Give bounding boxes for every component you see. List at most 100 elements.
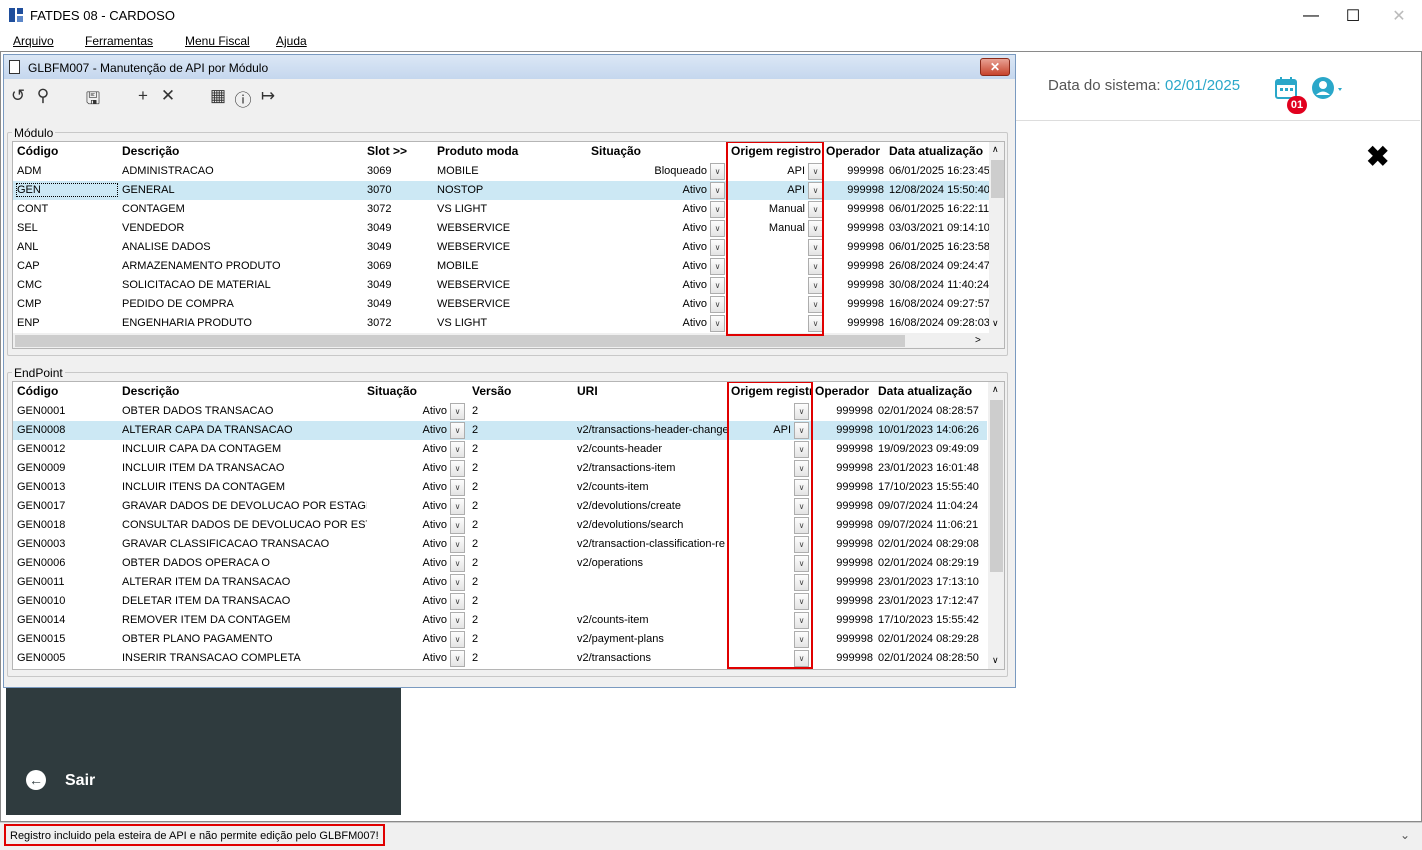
scroll-down-icon[interactable]: ∨ [992,655,1004,666]
endpoint-label: EndPoint [12,366,65,380]
table-cell: 16/08/2024 09:28:03 [889,317,989,329]
column-header[interactable]: Data atualização [889,144,989,158]
table-cell: 999998 [836,538,873,550]
dropdown-button[interactable]: ∨ [450,612,465,629]
table-cell: 23/01/2023 17:12:47 [878,595,979,607]
close-icon[interactable]: ✕ [1376,0,1422,31]
app-title: FATDES 08 - CARDOSO [30,8,175,23]
column-header[interactable]: Código [17,144,117,158]
dropdown-button[interactable]: ∨ [710,182,725,199]
save-icon[interactable]: 🖫 [82,86,104,115]
dropdown-button[interactable]: ∨ [710,258,725,275]
sair-button[interactable]: Sair [65,772,95,790]
table-cell: INSERIR TRANSACAO COMPLETA [122,652,301,664]
scroll-up-icon[interactable]: ∧ [992,144,1004,155]
table-cell: 19/09/2023 09:49:09 [878,443,979,455]
scroll-up-icon[interactable]: ∧ [992,384,1004,395]
dropdown-button[interactable]: ∨ [450,555,465,572]
scrollbar-thumb[interactable] [990,400,1003,572]
dropdown-button[interactable]: ∨ [450,422,465,439]
table-cell: 3049 [367,241,392,253]
exit-icon[interactable]: ↦ [257,86,279,106]
dropdown-button[interactable]: ∨ [710,201,725,218]
calendar-small-icon[interactable]: ▦ [207,86,229,106]
column-header[interactable]: Operador [815,384,873,398]
scrollbar-thumb[interactable] [15,335,905,347]
column-header[interactable]: Produto moda [437,144,587,158]
dropdown-button[interactable]: ∨ [450,403,465,420]
undo-icon[interactable]: ↺ [7,86,29,106]
dropdown-button[interactable]: ∨ [450,479,465,496]
column-header[interactable]: Operador [826,144,884,158]
child-close-button[interactable]: ✕ [980,58,1010,76]
dropdown-button[interactable]: ∨ [710,163,725,180]
dropdown-button[interactable]: ∨ [450,650,465,667]
column-header[interactable]: Situação [591,144,727,158]
table-cell: WEBSERVICE [437,222,511,234]
dropdown-button[interactable]: ∨ [450,593,465,610]
table-cell: 2 [472,652,479,664]
scrollbar-thumb[interactable] [991,160,1004,198]
back-arrow-icon[interactable]: ← [26,770,46,790]
column-header[interactable]: Descrição [122,384,367,398]
document-icon [9,60,20,74]
scroll-right-icon[interactable]: > [975,335,987,346]
column-header[interactable]: Descrição [122,144,362,158]
table-cell: PEDIDO DE COMPRA [122,298,234,310]
table-cell: Ativo [422,652,447,664]
menu-ferramentas[interactable]: Ferramentas [85,34,153,48]
table-cell: OBTER PLANO PAGAMENTO [122,633,273,645]
column-header[interactable]: Situação [367,384,467,398]
scroll-down-icon[interactable]: ∨ [992,318,1004,329]
table-cell: CONTAGEM [122,203,185,215]
column-header[interactable]: Slot >> [367,144,432,158]
maximize-icon[interactable]: ☐ [1330,0,1376,31]
child-title: GLBFM007 - Manutenção de API por Módulo [28,61,269,75]
add-icon[interactable]: + [132,86,154,106]
dropdown-button[interactable]: ∨ [450,460,465,477]
menu-arquivo[interactable]: Arquivo [13,34,54,48]
table-cell: 999998 [836,462,873,474]
table-cell: ANL [17,241,39,253]
menu-fiscal[interactable]: Menu Fiscal [185,34,250,48]
dropdown-button[interactable]: ∨ [450,517,465,534]
dropdown-button[interactable]: ∨ [450,498,465,515]
column-header[interactable]: Versão [472,384,572,398]
chevron-down-icon[interactable]: ⌄ [1400,828,1410,842]
column-header[interactable]: Código [17,384,117,398]
table-cell: GENERAL [122,184,175,196]
table-cell: 999998 [847,241,884,253]
search-icon[interactable]: ⚲ [32,86,54,106]
dropdown-button[interactable]: ∨ [710,220,725,237]
close-panel-icon[interactable]: ✖ [1366,140,1389,173]
dropdown-button[interactable]: ∨ [450,574,465,591]
table-cell: 06/01/2025 16:23:58 [889,241,989,253]
column-header[interactable]: Data atualização [878,384,983,398]
delete-icon[interactable]: ✕ [157,86,179,106]
dropdown-button[interactable]: ∨ [710,315,725,332]
dropdown-button[interactable]: ∨ [450,631,465,648]
menu-ajuda[interactable]: Ajuda [276,34,307,48]
table-cell: WEBSERVICE [437,241,511,253]
dropdown-button[interactable]: ∨ [710,277,725,294]
table-cell: 3069 [367,165,392,177]
table-cell: 12/08/2024 15:50:40 [889,184,989,196]
dropdown-button[interactable]: ∨ [450,536,465,553]
table-cell: v2/payment-plans [577,633,664,645]
help-icon[interactable]: ⓘ [232,86,254,111]
dropdown-button[interactable]: ∨ [710,296,725,313]
system-date-value: 02/01/2025 [1165,77,1241,94]
table-cell: SOLICITACAO DE MATERIAL [122,279,271,291]
user-avatar-icon[interactable] [1312,76,1346,100]
table-cell: GEN0010 [17,595,66,607]
minimize-icon[interactable]: — [1288,0,1334,31]
table-cell: 02/01/2024 08:28:50 [878,652,979,664]
table-cell: 3049 [367,222,392,234]
table-cell: 17/10/2023 15:55:40 [878,481,979,493]
dropdown-button[interactable]: ∨ [450,441,465,458]
table-cell: 999998 [836,576,873,588]
column-header[interactable]: URI [577,384,727,398]
dropdown-button[interactable]: ∨ [710,239,725,256]
table-cell: ADMINISTRACAO [122,165,214,177]
table-cell: MOBILE [437,165,479,177]
